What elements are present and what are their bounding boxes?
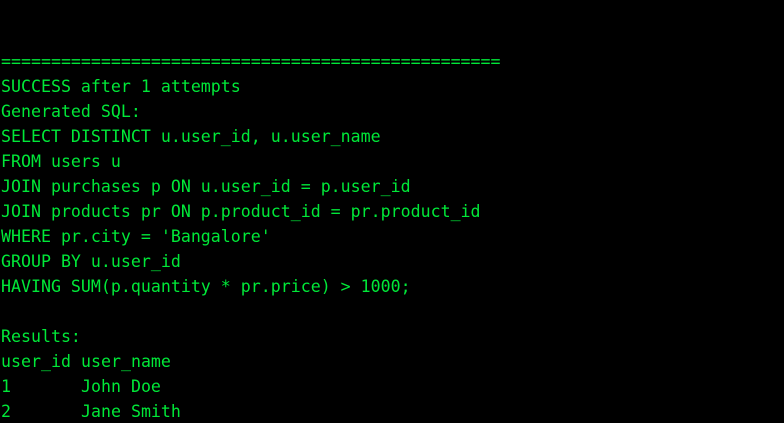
column-header-user-name: user_name: [81, 352, 171, 371]
table-row: 2 Jane Smith: [0, 399, 784, 423]
cell-user-id: 1: [1, 377, 11, 396]
cell-user-name: Jane Smith: [81, 402, 181, 421]
results-column-headers: user_id user_name: [0, 349, 784, 374]
table-row: 1 John Doe: [0, 374, 784, 399]
sql-line: FROM users u: [1, 152, 121, 171]
results-header: Results:: [1, 327, 81, 346]
terminal-window[interactable]: ========================================…: [0, 0, 784, 423]
cell-user-id: 2: [1, 402, 11, 421]
sql-line: HAVING SUM(p.quantity * pr.price) > 1000…: [1, 277, 411, 296]
column-header-user-id: user_id: [1, 352, 71, 371]
sql-line: JOIN products pr ON p.product_id = pr.pr…: [1, 202, 481, 221]
separator-line: ========================================…: [1, 52, 501, 71]
sql-line: JOIN purchases p ON u.user_id = p.user_i…: [1, 177, 411, 196]
sql-line: SELECT DISTINCT u.user_id, u.user_name: [1, 127, 381, 146]
sql-line: WHERE pr.city = 'Bangalore': [1, 227, 271, 246]
cell-user-name: John Doe: [81, 377, 161, 396]
status-line: SUCCESS after 1 attempts: [1, 77, 241, 96]
sql-line: GROUP BY u.user_id: [1, 252, 181, 271]
sql-header: Generated SQL:: [1, 102, 141, 121]
